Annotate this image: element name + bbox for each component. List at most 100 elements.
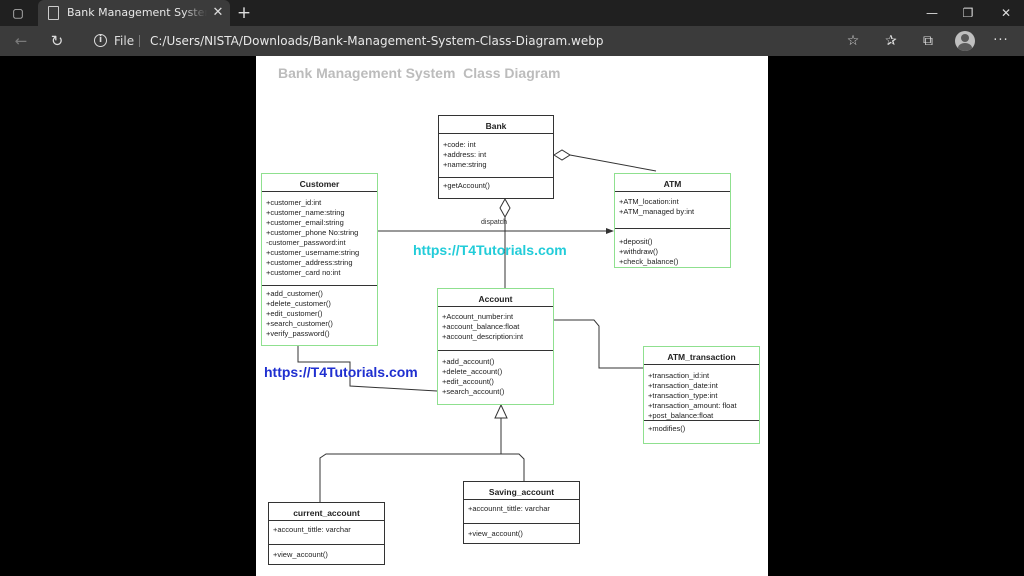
file-label[interactable]: File bbox=[114, 33, 134, 49]
bank-account-aggregation-diamond bbox=[499, 197, 511, 219]
attribute: +customer_card no:int bbox=[266, 268, 341, 277]
address-separator bbox=[139, 35, 140, 47]
favorites-icon[interactable]: ✰ bbox=[880, 30, 902, 52]
class-account: Account +Account_number:int +account_bal… bbox=[437, 288, 554, 405]
class-attributes: +account_tittle: varchar bbox=[269, 520, 384, 544]
attribute: +customer_email:string bbox=[266, 218, 344, 227]
browser-tab[interactable]: Bank Management System Class Diagram ✕ bbox=[38, 0, 230, 26]
operation: +add_customer() bbox=[266, 289, 323, 298]
class-operations: +add_customer() +delete_customer() +edit… bbox=[262, 285, 377, 342]
attribute: +customer_id:int bbox=[266, 198, 322, 207]
profile-avatar[interactable] bbox=[955, 31, 975, 51]
class-customer: Customer +customer_id:int +customer_name… bbox=[261, 173, 378, 346]
operation: +verify_password() bbox=[266, 329, 330, 338]
bank-atm-line bbox=[569, 154, 657, 172]
attribute: +ATM_location:int bbox=[619, 197, 679, 206]
operation: +delete_account() bbox=[442, 367, 503, 376]
account-atmtransaction-line bbox=[554, 319, 643, 369]
tab-actions-icon[interactable]: ▢ bbox=[4, 3, 32, 23]
collections-icon[interactable]: ⧉ bbox=[917, 30, 939, 52]
file-icon bbox=[48, 6, 59, 20]
add-favorite-icon[interactable]: ☆ bbox=[842, 30, 864, 52]
new-tab-button[interactable]: + bbox=[234, 2, 254, 24]
operation: +edit_customer() bbox=[266, 309, 323, 318]
attribute: +customer_username:string bbox=[266, 248, 360, 257]
class-name: Customer bbox=[299, 179, 340, 189]
inheritance-saving-branch bbox=[501, 453, 525, 481]
attribute: +account_tittle: varchar bbox=[273, 525, 351, 534]
attribute: +customer_name:string bbox=[266, 208, 345, 217]
operation: +search_account() bbox=[442, 387, 505, 396]
attribute: +ATM_managed by:int bbox=[619, 207, 695, 216]
class-diagram-image: Bank Management System Class Diagram dis… bbox=[256, 56, 768, 576]
class-operations: +modifies() bbox=[644, 420, 759, 437]
attribute: +transaction_id:int bbox=[648, 371, 710, 380]
class-name: ATM_transaction bbox=[667, 352, 736, 362]
refresh-button[interactable]: ↻ bbox=[46, 30, 68, 52]
operation: +view_account() bbox=[468, 529, 523, 538]
minimize-button[interactable]: — bbox=[914, 0, 950, 26]
class-attributes: +transaction_id:int +transaction_date:in… bbox=[644, 364, 759, 420]
browser-title-bar: ▢ Bank Management System Class Diagram ✕… bbox=[0, 0, 1024, 26]
restore-button[interactable]: ❐ bbox=[950, 0, 986, 26]
attribute: +transaction_amount: float bbox=[648, 401, 737, 410]
class-current-account: current_account +account_tittle: varchar… bbox=[268, 502, 385, 565]
class-attributes: +ATM_location:int +ATM_managed by:int bbox=[615, 191, 730, 228]
attribute: +transaction_type:int bbox=[648, 391, 718, 400]
attribute: +code: int bbox=[443, 140, 476, 149]
image-viewer: Bank Management System Class Diagram dis… bbox=[0, 56, 1024, 576]
operation: +delete_customer() bbox=[266, 299, 331, 308]
class-name: current_account bbox=[293, 508, 360, 518]
attribute: +Account_number:int bbox=[442, 312, 514, 321]
class-operations: +add_account() +delete_account() +edit_a… bbox=[438, 350, 553, 400]
class-saving-account: Saving_account +accounnt_tittle: varchar… bbox=[463, 481, 580, 544]
attribute: +customer_phone No:string bbox=[266, 228, 359, 237]
dispatch-label: dispatch bbox=[481, 219, 508, 226]
settings-menu-button[interactable]: ··· bbox=[990, 30, 1012, 52]
bank-atm-aggregation-diamond bbox=[553, 149, 571, 161]
class-name: ATM bbox=[663, 179, 682, 189]
class-attributes: +code: int +address: int +name:string bbox=[439, 133, 553, 177]
attribute: +name:string bbox=[443, 160, 487, 169]
window-close-button[interactable]: ✕ bbox=[988, 0, 1024, 26]
attribute: +customer_address:string bbox=[266, 258, 353, 267]
class-name: Saving_account bbox=[488, 487, 555, 497]
operation: +getAccount() bbox=[443, 181, 490, 190]
attribute: -customer_password:int bbox=[266, 238, 346, 247]
class-operations: +deposit() +withdraw() +check_balance() bbox=[615, 228, 730, 270]
class-atm-transaction: ATM_transaction +transaction_id:int +tra… bbox=[643, 346, 760, 444]
operation: +check_balance() bbox=[619, 257, 679, 266]
inheritance-triangle bbox=[494, 403, 508, 419]
class-atm: ATM +ATM_location:int +ATM_managed by:in… bbox=[614, 173, 731, 268]
attribute: +account_description:int bbox=[442, 332, 524, 341]
operation: +withdraw() bbox=[619, 247, 658, 256]
operation: +modifies() bbox=[648, 424, 686, 433]
class-operations: +getAccount() bbox=[439, 177, 553, 194]
attribute: +account_balance:float bbox=[442, 322, 520, 331]
operation: +edit_account() bbox=[442, 377, 494, 386]
class-attributes: +accounnt_tittle: varchar bbox=[464, 499, 579, 523]
operation: +add_account() bbox=[442, 357, 495, 366]
class-attributes: +Account_number:int +account_balance:flo… bbox=[438, 306, 553, 350]
operation: +deposit() bbox=[619, 237, 653, 246]
operation: +view_account() bbox=[273, 550, 328, 559]
class-bank: Bank +code: int +address: int +name:stri… bbox=[438, 115, 554, 199]
operation: +search_customer() bbox=[266, 319, 333, 328]
class-operations: +view_account() bbox=[269, 544, 384, 563]
customer-atm-arrowhead bbox=[606, 228, 614, 234]
tab-title: Bank Management System Class Diagram bbox=[67, 0, 207, 26]
watermark-link: https://T4Tutorials.com bbox=[413, 242, 567, 258]
attribute: +address: int bbox=[443, 150, 487, 159]
class-name: Account bbox=[478, 294, 513, 304]
info-icon[interactable]: i bbox=[94, 34, 107, 47]
back-button[interactable]: ← bbox=[10, 30, 32, 52]
address-bar[interactable]: C:/Users/NISTA/Downloads/Bank-Management… bbox=[150, 33, 603, 49]
attribute: +accounnt_tittle: varchar bbox=[468, 504, 550, 513]
class-attributes: +customer_id:int +customer_name:string +… bbox=[262, 191, 377, 285]
browser-toolbar: ← ↻ i File C:/Users/NISTA/Downloads/Bank… bbox=[0, 26, 1024, 56]
class-name: Bank bbox=[485, 121, 507, 131]
tab-close-button[interactable]: ✕ bbox=[210, 0, 226, 26]
class-operations: +view_account() bbox=[464, 523, 579, 542]
watermark-link: https://T4Tutorials.com bbox=[264, 364, 418, 380]
attribute: +transaction_date:int bbox=[648, 381, 718, 390]
